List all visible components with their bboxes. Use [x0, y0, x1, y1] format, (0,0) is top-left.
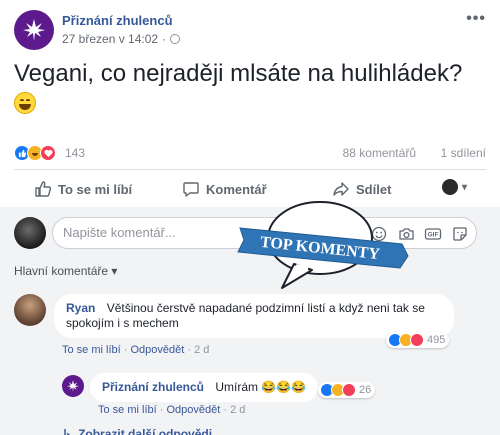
divider: [14, 169, 486, 170]
share-label: Sdílet: [356, 181, 392, 197]
post-meta: 27 březen v 14:02 ·: [62, 32, 181, 46]
top-comments-badge: TOP KOMENTY: [237, 201, 409, 289]
comment-text: Většinou čerstvě napadané podzimní listí…: [66, 301, 425, 330]
comment-actions: To se mi líbí · Odpovědět · 2 d: [62, 344, 209, 356]
share-button[interactable]: Sdílet: [332, 180, 391, 198]
sticker-icon[interactable]: [450, 224, 470, 244]
page-logo-icon: [23, 19, 45, 41]
comment-item: Ryan Většinou čerstvě napadané podzimní …: [14, 294, 484, 356]
viewer-avatar: [442, 179, 458, 195]
grinning-emoji-icon: [14, 91, 36, 114]
separator: ·: [223, 404, 228, 416]
like-label: To se mi líbí: [58, 181, 133, 197]
comment-author-avatar[interactable]: [14, 294, 46, 326]
more-replies-label: Zobrazit další odpovědi: [78, 427, 213, 435]
separator: ·: [159, 404, 164, 416]
comment-time[interactable]: 2 d: [194, 344, 209, 356]
like-button[interactable]: To se mi líbí: [34, 180, 132, 198]
comment-author[interactable]: Ryan: [66, 301, 95, 315]
page-avatar[interactable]: [14, 10, 54, 50]
page-logo-icon: [67, 380, 79, 392]
svg-text:GIF: GIF: [428, 232, 439, 239]
comment-reaction-count: 495: [427, 334, 446, 346]
sort-chevron-icon: ▾: [111, 264, 118, 278]
comment-sort-label: Hlavní komentáře: [14, 264, 109, 278]
chevron-down-icon: ▾: [462, 181, 468, 193]
reply-like-link[interactable]: To se mi líbí: [98, 404, 157, 416]
viewer-switcher[interactable]: ▾: [442, 179, 467, 195]
comment-reactions[interactable]: 495: [386, 332, 450, 348]
share-icon: [333, 182, 349, 196]
reactions-summary: 143 88 komentářů 1 sdílení: [14, 143, 486, 163]
love-reaction-icon: [40, 145, 56, 161]
share-count[interactable]: 1 sdílení: [441, 146, 486, 160]
comment-like-link[interactable]: To se mi líbí: [62, 344, 121, 356]
reply-bubble: Přiznání zhulenců Umírám 😂😂😂: [90, 373, 319, 402]
reply-author-avatar[interactable]: [62, 375, 84, 397]
post-header: Přiznání zhulenců 27 březen v 14:02 · ••…: [14, 10, 486, 50]
love-reaction-icon: [410, 333, 424, 347]
reaction-icons[interactable]: [14, 145, 56, 161]
separator: ·: [187, 344, 192, 356]
comment-label: Komentář: [206, 181, 267, 197]
reaction-count[interactable]: 143: [65, 146, 85, 160]
post-text-content: Vegani, co nejraději mlsáte na hulihláde…: [14, 60, 463, 87]
reply-actions: To se mi líbí · Odpovědět · 2 d: [98, 404, 245, 416]
reply-reaction-count: 26: [359, 384, 372, 396]
comment-icon: [183, 182, 199, 197]
globe-icon: [170, 34, 181, 44]
comment-count[interactable]: 88 komentářů: [343, 146, 416, 160]
separator: ·: [123, 344, 128, 356]
comment-button[interactable]: Komentář: [182, 180, 267, 198]
gif-icon[interactable]: GIF: [423, 224, 443, 244]
reply-reactions[interactable]: 26: [318, 382, 376, 398]
meta-separator: ·: [162, 32, 167, 46]
reply-arrow-icon: ↳: [62, 427, 73, 435]
love-reaction-icon: [342, 383, 356, 397]
reply-time[interactable]: 2 d: [230, 404, 245, 416]
comment-reply-link[interactable]: Odpovědět: [130, 344, 184, 356]
like-icon: [35, 181, 52, 197]
comment-sort-dropdown[interactable]: Hlavní komentáře ▾: [14, 264, 117, 278]
more-options-button[interactable]: •••: [466, 10, 486, 28]
page-name[interactable]: Přiznání zhulenců: [62, 13, 173, 28]
current-user-avatar[interactable]: [14, 217, 46, 249]
post-text: Vegani, co nejraději mlsáte na hulihláde…: [14, 60, 484, 116]
reply-text: Umírám 😂😂😂: [215, 380, 307, 394]
post-date[interactable]: 27 březen v 14:02: [62, 32, 158, 46]
reply-author[interactable]: Přiznání zhulenců: [102, 380, 204, 394]
reply-reply-link[interactable]: Odpovědět: [166, 404, 220, 416]
reply-item: Přiznání zhulenců Umírám 😂😂😂 26 To se mi…: [62, 373, 482, 417]
more-replies-link[interactable]: ↳ Zobrazit další odpovědi: [62, 427, 212, 435]
